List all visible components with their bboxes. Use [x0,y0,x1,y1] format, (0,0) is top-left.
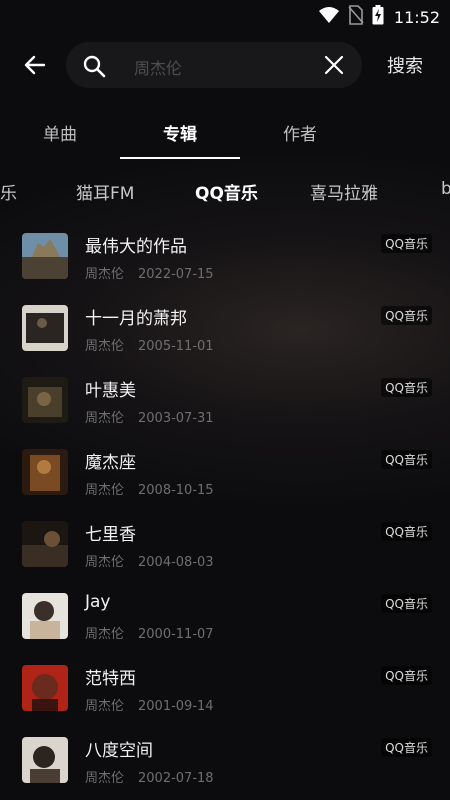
album-cover [22,233,68,279]
album-row[interactable]: Jay 周杰伦 2000-11-07 QQ音乐 [0,582,450,654]
album-row[interactable]: 十一月的萧邦 周杰伦 2005-11-01 QQ音乐 [0,294,450,366]
album-cover [22,305,68,351]
source-badge: QQ音乐 [381,378,432,397]
album-title: 七里香 [85,525,136,545]
search-button[interactable]: 搜索 [387,52,423,78]
album-artist: 周杰伦 [85,267,125,282]
source-tabs: 音乐 猫耳FM QQ音乐 喜马拉雅 b [0,166,450,212]
source-badge: QQ音乐 [381,306,432,325]
album-date: 2022-07-15 [138,267,214,282]
no-sim-icon [348,5,364,29]
album-title: 最伟大的作品 [85,237,187,257]
album-date: 2001-09-14 [138,699,214,714]
album-title: 十一月的萧邦 [85,309,187,329]
tab-albums[interactable]: 专辑 [163,120,197,145]
album-meta: 周杰伦 2002-07-18 [85,767,214,786]
album-title: 魔杰座 [85,453,136,473]
album-meta: 周杰伦 2000-11-07 [85,623,214,642]
album-meta: 周杰伦 2001-09-14 [85,695,214,714]
album-row[interactable]: 叶惠美 周杰伦 2003-07-31 QQ音乐 [0,366,450,438]
album-cover [22,377,68,423]
album-date: 2005-11-01 [138,339,214,354]
status-bar: 11:52 [0,0,450,32]
album-meta: 周杰伦 2005-11-01 [85,335,214,354]
tab-songs[interactable]: 单曲 [43,120,77,145]
source-badge: QQ音乐 [381,234,432,253]
battery-charging-icon [372,5,384,29]
album-artist: 周杰伦 [85,627,125,642]
album-title: 范特西 [85,669,136,689]
album-cover [22,521,68,567]
search-input[interactable]: 周杰伦 [134,55,182,79]
album-date: 2003-07-31 [138,411,214,426]
source-badge: QQ音乐 [381,450,432,469]
album-row[interactable]: 七里香 周杰伦 2004-08-03 QQ音乐 [0,510,450,582]
album-artist: 周杰伦 [85,339,125,354]
album-row[interactable]: 范特西 周杰伦 2001-09-14 QQ音乐 [0,654,450,726]
tab-indicator [120,157,240,159]
album-date: 2008-10-15 [138,483,214,498]
source-tab-bilibili[interactable]: b [441,179,450,199]
album-date: 2004-08-03 [138,555,214,570]
status-time: 11:52 [393,7,440,27]
album-cover [22,593,68,639]
album-row[interactable]: 最伟大的作品 周杰伦 2022-07-15 QQ音乐 [0,222,450,294]
album-artist: 周杰伦 [85,411,125,426]
source-tab-music[interactable]: 音乐 [0,179,17,204]
wifi-icon [318,6,340,28]
source-tab-maoer-fm[interactable]: 猫耳FM [76,179,134,204]
album-meta: 周杰伦 2003-07-31 [85,407,214,426]
search-icon [82,54,106,82]
source-badge: QQ音乐 [381,738,432,757]
album-meta: 周杰伦 2022-07-15 [85,263,214,282]
album-row[interactable]: 八度空间 周杰伦 2002-07-18 QQ音乐 [0,726,450,798]
album-date: 2002-07-18 [138,771,214,786]
album-title: 八度空间 [85,741,153,761]
source-badge: QQ音乐 [381,666,432,685]
album-cover [22,737,68,783]
album-artist: 周杰伦 [85,483,125,498]
album-artist: 周杰伦 [85,555,125,570]
album-cover [22,449,68,495]
album-artist: 周杰伦 [85,699,125,714]
album-meta: 周杰伦 2004-08-03 [85,551,214,570]
top-bar: 周杰伦 搜索 [0,38,450,92]
album-artist: 周杰伦 [85,771,125,786]
album-date: 2000-11-07 [138,627,214,642]
album-meta: 周杰伦 2008-10-15 [85,479,214,498]
album-row[interactable]: 魔杰座 周杰伦 2008-10-15 QQ音乐 [0,438,450,510]
source-badge: QQ音乐 [381,594,432,613]
source-tab-qq-music[interactable]: QQ音乐 [195,179,258,204]
source-tab-ximalaya[interactable]: 喜马拉雅 [310,179,378,204]
album-title: 叶惠美 [85,381,136,401]
tab-authors[interactable]: 作者 [283,120,317,145]
back-arrow-icon[interactable] [20,50,50,80]
close-icon[interactable] [324,55,344,79]
source-badge: QQ音乐 [381,522,432,541]
album-title: Jay [85,592,111,612]
search-bar[interactable]: 周杰伦 [66,42,362,88]
status-icons: 11:52 [318,5,440,29]
category-tabs: 单曲 专辑 作者 [0,110,450,160]
album-cover [22,665,68,711]
